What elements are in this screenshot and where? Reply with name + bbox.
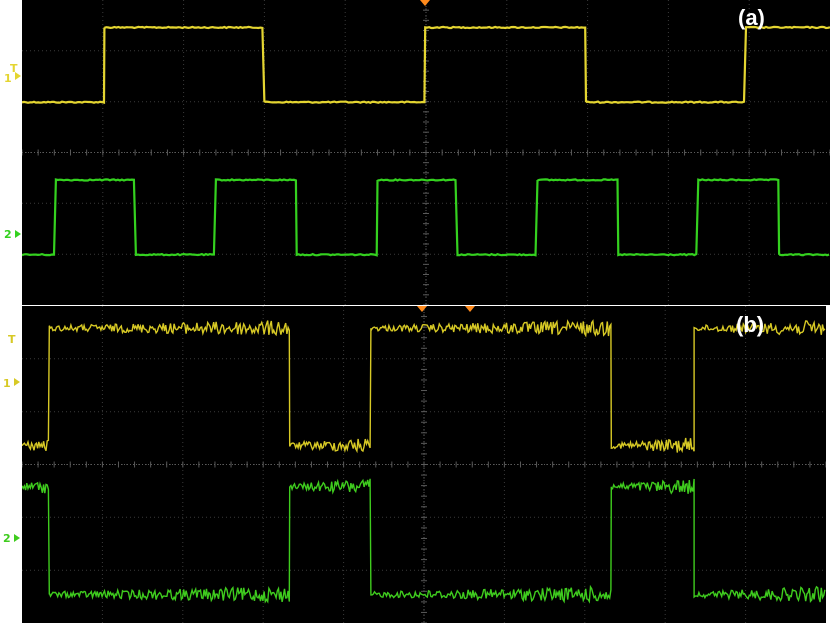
waveform-display-a — [22, 0, 830, 305]
scope-screen-b — [22, 306, 826, 623]
scope-screen-a — [22, 0, 830, 305]
channel-1-marker-b: 1 — [3, 377, 11, 390]
channel-2-marker-b: 2 — [3, 532, 11, 545]
scope-panel-b: (b) T 1 2 — [0, 306, 830, 623]
trigger-position-icon — [420, 0, 430, 6]
channel-1-ground-icon-a — [15, 72, 21, 80]
trigger-delay-icon — [465, 306, 475, 312]
channel-1-ground-icon-b — [14, 378, 20, 386]
waveform-display-b — [22, 306, 826, 623]
channel-2-marker-a: 2 — [4, 228, 12, 241]
channel-2-trace — [22, 478, 826, 604]
trigger-position-icon — [417, 306, 427, 312]
panel-label-a: (a) — [738, 5, 765, 30]
scope-panel-a: (a) T 1 2 — [0, 0, 830, 305]
panel-label-b: (b) — [736, 312, 765, 337]
channel-1-marker-a: 1 — [4, 72, 12, 85]
channel-2-ground-icon-b — [14, 534, 20, 542]
trigger-level-marker-b: T — [8, 333, 16, 346]
graticule — [22, 306, 826, 623]
channel-2-ground-icon-a — [15, 230, 21, 238]
